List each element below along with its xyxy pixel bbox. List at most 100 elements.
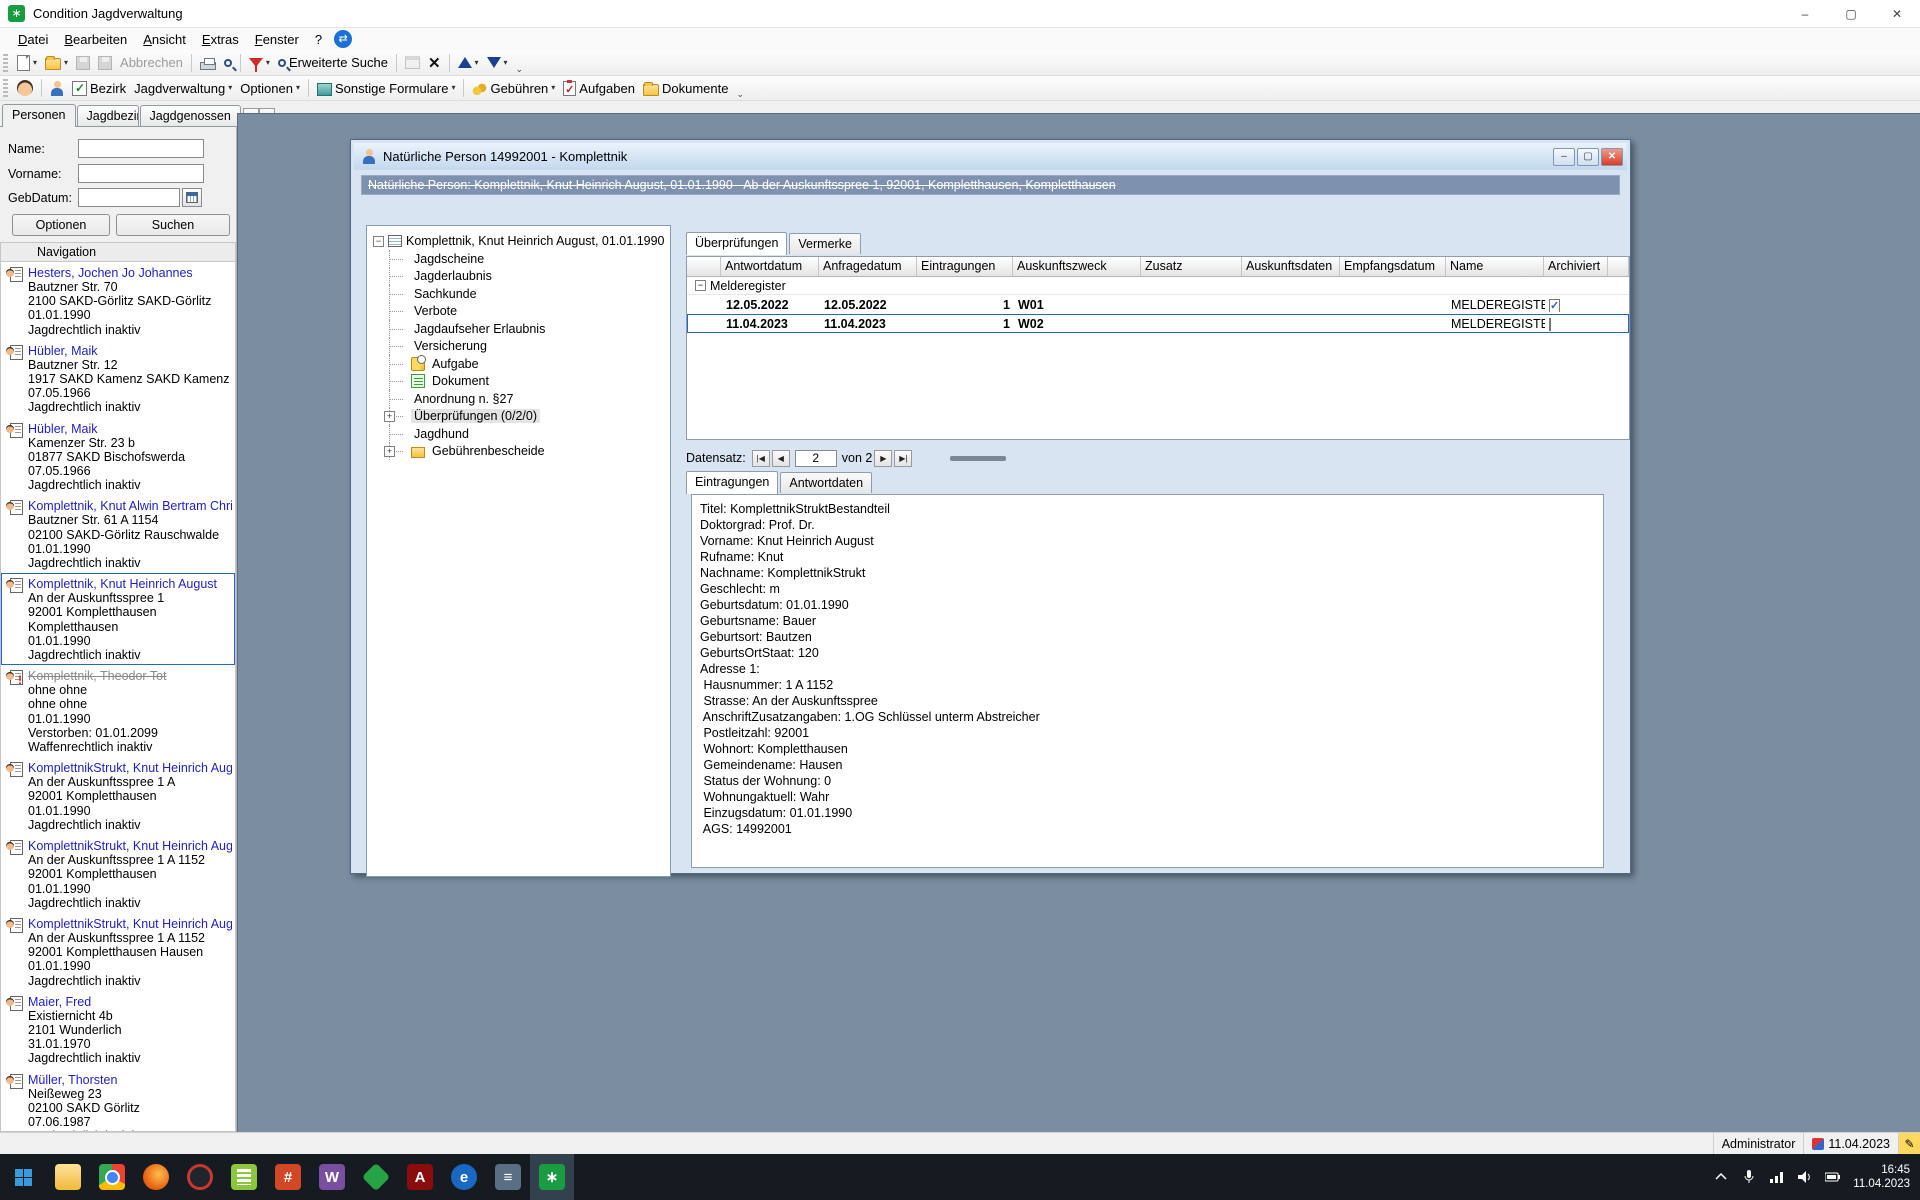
tree-item[interactable]: + Aufgabe [373, 355, 668, 373]
office-icon[interactable]: # [266, 1154, 310, 1200]
previous-record-button[interactable]: ◀ [772, 450, 790, 467]
tree-item[interactable]: + Anordnung n. §27 [373, 390, 668, 408]
archiviert-checkbox[interactable] [1549, 299, 1560, 312]
person-list-item[interactable]: ! KomplettnikStrukt, Knut Heinrich Augus… [1, 835, 235, 913]
expand-icon[interactable]: + [384, 411, 395, 422]
menu-item[interactable]: Datei [10, 30, 56, 49]
person-list-item[interactable]: ! KomplettnikStrukt, Knut Heinrich Augus… [1, 913, 235, 991]
aufgaben-button[interactable]: Aufgaben [559, 79, 639, 98]
tray-battery-icon[interactable] [1825, 1169, 1841, 1185]
column-auskunftsdaten[interactable]: Auskunftsdaten [1242, 257, 1340, 277]
dialog-close-button[interactable]: ✕ [1601, 148, 1623, 166]
menu-item[interactable]: Fenster [247, 30, 307, 49]
gebdatum-input[interactable] [78, 188, 180, 207]
minimize-button[interactable]: – [1782, 0, 1828, 28]
side-tab[interactable]: Jagdgenossen [140, 105, 241, 126]
erweiterte-suche-button[interactable]: Erweiterte Suche [274, 53, 392, 72]
menu-item[interactable]: Ansicht [135, 30, 194, 49]
nav-previous-button[interactable]: ▾ [454, 55, 483, 70]
save-all-button[interactable] [94, 54, 116, 72]
person-list-item[interactable]: ! Müller, Thorsten Neißeweg 23 02100 SAK… [1, 1069, 235, 1132]
group-collapse-icon[interactable]: − [695, 280, 706, 291]
edge-icon[interactable]: e [442, 1154, 486, 1200]
tree-item[interactable]: + Dokument [373, 373, 668, 391]
person-list-item[interactable]: ! KomplettnikStrukt, Knut Heinrich Augus… [1, 757, 235, 835]
acrobat-icon[interactable]: A [398, 1154, 442, 1200]
notepad-icon[interactable] [222, 1154, 266, 1200]
person-list-item[interactable]: ! Hübler, Maik Kamenzer Str. 23 b 01877 … [1, 418, 235, 496]
jagdverwaltung-icon[interactable]: ∗ [530, 1154, 574, 1200]
tree-root[interactable]: − Komplettnik, Knut Heinrich August, 01.… [373, 232, 668, 250]
tree-item[interactable]: + Gebührenbescheide [373, 443, 668, 461]
taskbar-clock[interactable]: 16:45 11.04.2023 [1853, 1163, 1910, 1191]
column-antwortdatum[interactable]: Antwortdatum [721, 257, 819, 277]
grid-group-row[interactable]: − Melderegister [687, 277, 1629, 295]
person-list-item[interactable]: ! Maier, Fred Existiernicht 4b 2101 Wund… [1, 991, 235, 1069]
dokumente-button[interactable]: Dokumente [639, 79, 732, 98]
tree-item[interactable]: + Verbote [373, 303, 668, 321]
tray-mic-icon[interactable] [1741, 1169, 1757, 1185]
detail-tab[interactable]: Eintragungen [686, 471, 778, 494]
record-nav-slider[interactable] [950, 456, 1006, 461]
first-record-button[interactable]: |◀ [752, 450, 770, 467]
column-auskunftszweck[interactable]: Auskunftszweck [1013, 257, 1141, 277]
person-list-item[interactable]: ! Komplettnik, Theodor Tot ohne ohne ohn… [1, 665, 235, 757]
person-list-item[interactable]: ! Komplettnik, Knut Alwin Bertram Christ… [1, 495, 235, 573]
document-icon[interactable]: ≡ [486, 1154, 530, 1200]
dialog-titlebar[interactable]: Natürliche Person 14992001 - Komplettnik… [354, 143, 1627, 170]
word-icon[interactable]: W [310, 1154, 354, 1200]
column-archiviert[interactable]: Archiviert [1544, 257, 1608, 277]
person-list-item[interactable]: ! Komplettnik, Knut Heinrich August An d… [1, 573, 235, 665]
detail-tab[interactable]: Überprüfungen [686, 232, 787, 255]
suchen-button[interactable]: Suchen [116, 214, 230, 236]
menu-item[interactable]: Extras [194, 30, 247, 49]
column-name[interactable]: Name [1446, 257, 1544, 277]
toolbar-grip[interactable] [3, 79, 8, 97]
dialog-minimize-button[interactable]: – [1553, 148, 1575, 166]
person-list-item[interactable]: ! Hübler, Maik Bautzner Str. 12 1917 SAK… [1, 340, 235, 418]
jagdverwaltung-menu[interactable]: Jagdverwaltung▾ [130, 79, 236, 98]
column-zusatz[interactable]: Zusatz [1141, 257, 1242, 277]
toolbar-overflow[interactable]: ⌄ [516, 64, 524, 75]
side-tab[interactable]: Jagdbezirke [77, 105, 139, 126]
grid-row[interactable]: 11.04.2023 11.04.2023 1 W02 MELDEREGISTE… [687, 314, 1629, 333]
teamviewer-icon[interactable]: ⇄ [334, 30, 352, 48]
new-button[interactable]: ▾ [13, 53, 41, 73]
tree-item[interactable]: + Überprüfungen (0/2/0) [373, 408, 668, 426]
open-button[interactable]: ▾ [41, 53, 72, 72]
detail-tab[interactable]: Vermerke [789, 233, 861, 254]
name-input[interactable] [78, 139, 204, 158]
print-button[interactable] [196, 54, 220, 72]
menu-item[interactable]: ? [307, 30, 330, 49]
browser-icon[interactable] [178, 1154, 222, 1200]
grid-row[interactable]: 12.05.2022 12.05.2022 1 W01 MELDEREGISTE… [687, 295, 1629, 314]
save-button[interactable] [72, 54, 94, 72]
tree-item[interactable]: + Jagdaufseher Erlaubnis [373, 320, 668, 338]
next-record-button[interactable]: ▶ [874, 450, 892, 467]
tray-volume-icon[interactable] [1797, 1169, 1813, 1185]
tray-network-icon[interactable] [1769, 1169, 1785, 1185]
column-anfragedatum[interactable]: Anfragedatum [819, 257, 917, 277]
firefox-icon[interactable] [134, 1154, 178, 1200]
expand-icon[interactable]: + [384, 446, 395, 457]
optionen-button[interactable]: Optionen [12, 214, 110, 236]
tree-item[interactable]: + Jagderlaubnis [373, 268, 668, 286]
clear-filter-button[interactable]: ✕ [424, 52, 445, 74]
toolbar-grip[interactable] [3, 54, 8, 72]
person-list-item[interactable]: ! Hesters, Jochen Jo Johannes Bautzner S… [1, 262, 235, 340]
tray-chevron-icon[interactable] [1713, 1169, 1729, 1185]
column-empfangsdatum[interactable]: Empfangsdatum [1340, 257, 1446, 277]
nav-next-button[interactable]: ▾ [483, 55, 512, 70]
gebuehren-button[interactable]: Gebühren▾ [468, 79, 559, 98]
calendar-button[interactable] [182, 188, 202, 207]
close-button[interactable]: ✕ [1874, 0, 1920, 28]
tree-item[interactable]: + Sachkunde [373, 285, 668, 303]
print-preview-button[interactable] [220, 57, 236, 69]
dialog-maximize-button[interactable]: ▢ [1577, 148, 1599, 166]
optionen-menu[interactable]: Optionen▾ [236, 79, 304, 98]
collapse-icon[interactable]: − [373, 236, 384, 247]
last-record-button[interactable]: ▶| [894, 450, 912, 467]
vorname-input[interactable] [78, 164, 204, 183]
archiviert-checkbox[interactable] [1549, 318, 1551, 331]
maximize-button[interactable]: ▢ [1828, 0, 1874, 28]
